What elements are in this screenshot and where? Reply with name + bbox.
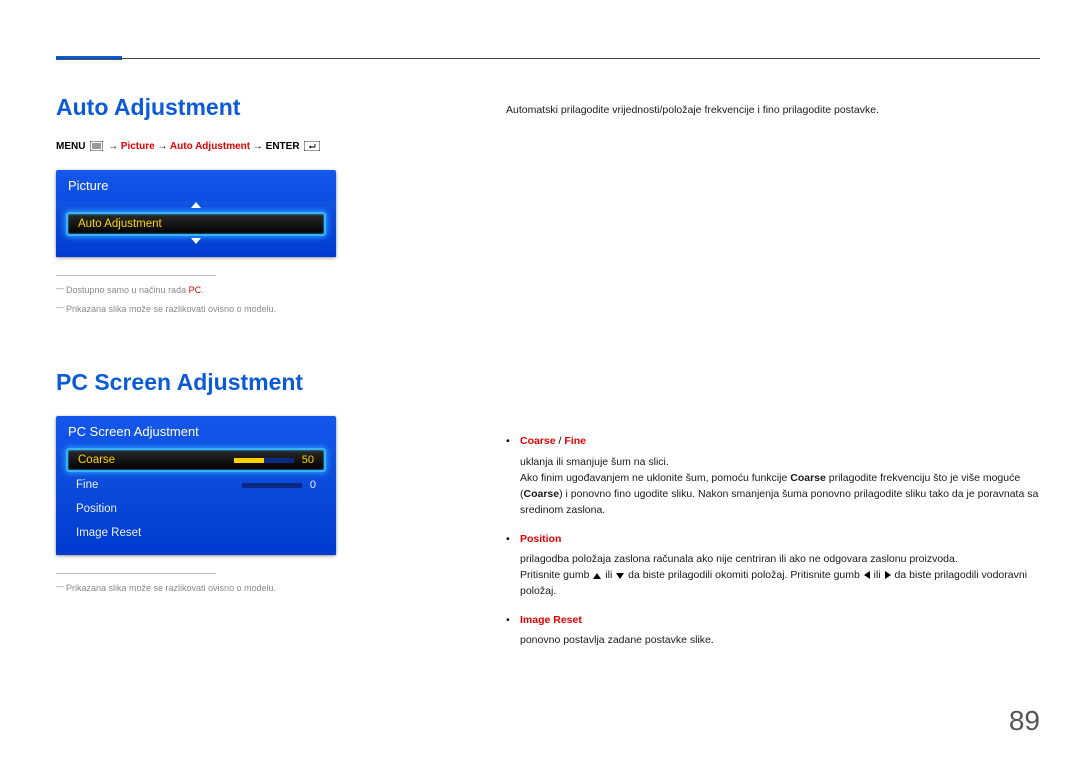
note-image-vary-1: Prikazana slika može se razlikovati ovis… <box>56 303 396 316</box>
osd-row-label: Image Reset <box>76 527 141 539</box>
osd-row-label: Auto Adjustment <box>78 218 162 230</box>
osd-row-value: 0 <box>310 479 316 491</box>
osd-picture-body: Auto Adjustment <box>56 201 336 257</box>
osd-pc-screen-adjustment: PC Screen Adjustment Coarse 50 Fine 0 Positi… <box>56 416 336 555</box>
breadcrumb-arrow3: → <box>253 141 263 152</box>
osd-row-coarse[interactable]: Coarse 50 <box>66 448 326 472</box>
note-pc-only: Dostupno samo u načinu rada PC. <box>56 284 396 297</box>
bullet-body-3: ponovno postavlja zadane postavke slike. <box>520 632 1040 648</box>
osd-pc-body: Coarse 50 Fine 0 Position Image Reset <box>56 448 336 555</box>
bullet-position: Position prilagodba položaja zaslona rač… <box>506 531 1040 600</box>
menu-icon <box>90 141 103 151</box>
osd-row-auto-adjustment[interactable]: Auto Adjustment <box>66 212 326 236</box>
breadcrumb-arrow2: → <box>157 141 167 152</box>
note-image-vary-2: Prikazana slika može se razlikovati ovis… <box>56 582 396 595</box>
bullet-body-1a: uklanja ili smanjuje šum na slici. <box>520 454 1040 470</box>
osd-row-label: Fine <box>76 479 98 491</box>
osd-row-label: Position <box>76 503 117 515</box>
right-column: Automatski prilagodite vrijednosti/polož… <box>506 102 1040 648</box>
osd-pc-title: PC Screen Adjustment <box>56 416 336 447</box>
slider[interactable] <box>234 458 294 463</box>
arrow-left-icon <box>864 571 870 579</box>
osd-arrow-down <box>66 237 326 247</box>
bullet-title-image-reset: Image Reset <box>520 612 1040 628</box>
bullet-coarse-fine: Coarse / Fine uklanja ili smanjuje šum n… <box>506 433 1040 518</box>
osd-row-label: Coarse <box>78 454 115 466</box>
breadcrumb-arrow1: → <box>108 141 118 152</box>
section1-description: Automatski prilagodite vrijednosti/polož… <box>506 102 1040 118</box>
bullet-title-coarse-fine: Coarse / Fine <box>520 433 1040 449</box>
osd-picture: Picture Auto Adjustment <box>56 170 336 257</box>
osd-row-position[interactable]: Position <box>66 497 326 521</box>
osd-row-value: 50 <box>302 454 314 466</box>
bullet-title-position: Position <box>520 531 1040 547</box>
section2-title: PC Screen Adjustment <box>56 369 396 396</box>
arrow-down-icon <box>616 573 624 579</box>
enter-icon <box>304 141 320 151</box>
bullet-body-2a: prilagodba položaja zaslona računala ako… <box>520 551 1040 567</box>
osd-row-image-reset[interactable]: Image Reset <box>66 521 326 545</box>
breadcrumb-auto-adjustment-item: Auto Adjustment <box>170 141 250 152</box>
left-column: Auto Adjustment MENU → Picture → Auto Ad… <box>56 94 396 601</box>
slider[interactable] <box>242 483 302 488</box>
bullet-body-2b: Pritisnite gumb ili da biste prilagodili… <box>520 567 1040 600</box>
section1-lead: Automatski prilagodite vrijednosti/polož… <box>506 102 1040 118</box>
osd-row-fine[interactable]: Fine 0 <box>66 473 326 497</box>
top-rule <box>56 58 1040 59</box>
section1-title: Auto Adjustment <box>56 94 396 121</box>
arrow-right-icon <box>885 571 891 579</box>
breadcrumb-menu-label: MENU <box>56 141 85 152</box>
breadcrumb-enter-label: ENTER <box>266 141 300 152</box>
breadcrumb-picture: Picture <box>121 141 155 152</box>
breadcrumb-auto-adjustment: MENU → Picture → Auto Adjustment → ENTER <box>56 141 396 152</box>
separator-2 <box>56 573 216 574</box>
page-number: 89 <box>1009 705 1040 737</box>
section2-bullets: Coarse / Fine uklanja ili smanjuje šum n… <box>506 433 1040 648</box>
bullet-body-1b: Ako finim ugođavanjem ne uklonite šum, p… <box>520 470 1040 519</box>
separator-1 <box>56 275 216 276</box>
osd-picture-title: Picture <box>56 170 336 201</box>
osd-arrow-up <box>66 201 326 211</box>
arrow-up-icon <box>593 573 601 579</box>
bullet-image-reset: Image Reset ponovno postavlja zadane pos… <box>506 612 1040 649</box>
